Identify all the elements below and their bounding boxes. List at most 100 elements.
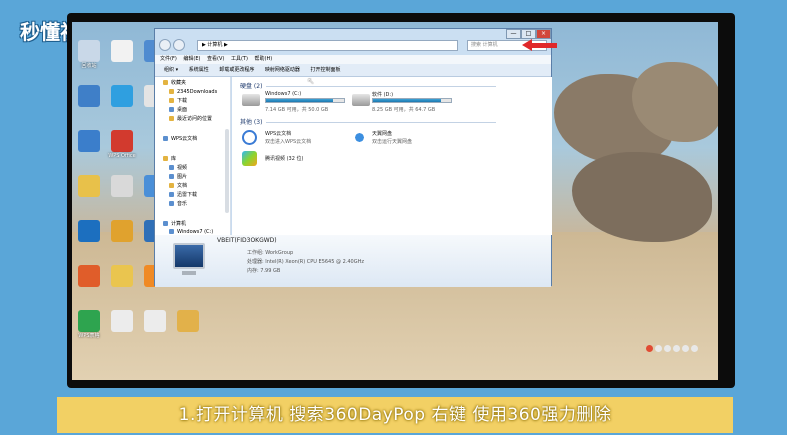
star-icon [163,80,168,85]
desktop-shortcut[interactable]: WPS Office [105,130,139,159]
nav-item-downloads[interactable]: 下载 [169,98,187,105]
system-properties-button[interactable]: 系统属性 [189,64,209,77]
maximize-button[interactable]: □ [521,29,536,39]
network-icon[interactable] [673,345,680,352]
open-control-panel-button[interactable]: 打开控制面板 [311,64,341,77]
shortcut-icon [111,40,133,62]
desktop-shortcut[interactable] [105,310,139,333]
desktop-shortcut[interactable] [105,85,139,108]
nav-libraries[interactable]: 库 [163,156,176,163]
shortcut-icon [78,310,100,332]
close-button[interactable]: × [536,29,551,39]
annotation-arrow-shaft [531,43,557,48]
nav-scrollbar[interactable] [225,129,229,213]
shortcut-icon [111,220,133,242]
details-pane: VBEIT(FID3OKGWD) 工作组: WorkGroup 处理器: Int… [155,235,551,287]
item-name: 天翼网盘 [372,131,393,137]
desktop-shortcut[interactable] [105,40,139,63]
drive-free-space: 8.25 GB 可用，共 64.7 GB [372,107,436,113]
video-icon [169,165,174,170]
address-bar[interactable]: ▶ 计算机 ▶ [197,40,458,51]
desktop-shortcut[interactable] [72,175,106,198]
explorer-window[interactable]: ▶ 计算机 ▶ 搜索 计算机 — □ × 文件(F) 编辑(E) 查看(V) 工… [154,28,552,287]
nav-item-pictures[interactable]: 图片 [169,174,187,181]
computer-icon [173,243,205,269]
desktop-shortcut[interactable] [72,220,106,243]
desktop-shortcut[interactable] [105,175,139,198]
nav-item-downloads-2345[interactable]: 2345Downloads [169,89,217,96]
menu-help[interactable]: 帮助(H) [255,55,273,64]
nav-item-videos[interactable]: 视频 [169,165,187,172]
command-bar: 组织 ▾ 系统属性 卸载或更改程序 映射网络驱动器 打开控制面板 [155,64,551,77]
computer-name: VBEIT(FID3OKGWD) [217,237,277,244]
shortcut-icon [78,175,100,197]
volume-icon[interactable] [664,345,671,352]
drive-free-space: 7.14 GB 可用，共 50.0 GB [265,107,329,113]
menu-tools[interactable]: 工具(T) [231,55,248,64]
nav-computer[interactable]: 计算机 [163,221,186,228]
shortcut-icon [177,310,199,332]
menu-edit[interactable]: 编辑(E) [183,55,200,64]
shortcut-label: WPS表格 [78,333,100,339]
tray-icon[interactable] [655,345,662,352]
desktop-shortcut[interactable] [138,310,172,333]
hard-disks-group-header[interactable]: 硬盘 (2) [240,81,497,90]
back-button[interactable] [159,39,171,51]
nav-item-recent[interactable]: 最近访问的位置 [169,116,212,123]
shortcut-icon [78,265,100,287]
desktop-shortcut[interactable] [72,130,106,153]
folder-icon [169,116,174,121]
tray-icon[interactable] [682,345,689,352]
cloud-drive-icon [352,130,367,145]
menu-file[interactable]: 文件(F) [160,55,177,64]
organize-button[interactable]: 组织 ▾ [164,64,178,77]
desktop-shortcut[interactable]: WPS表格 [72,310,106,339]
item-name: 腾讯视频 (32 位) [265,156,304,162]
navigation-pane: 收藏夹 2345Downloads 下载 桌面 最近访问的位置 WPS云文档 库… [155,77,231,235]
nav-wps-cloud[interactable]: WPS云文档 [163,136,197,143]
desktop-shortcut[interactable]: 回收站 [72,40,106,69]
item-subtitle: 双击进入WPS云文档 [265,139,312,145]
monitor-stand [182,271,196,275]
cloud-icon [163,136,168,141]
divider [266,86,497,87]
shortcut-icon [111,310,133,332]
folder-icon [169,98,174,103]
shortcut-icon [78,130,100,152]
map-network-drive-button[interactable]: 映射网络驱动器 [265,64,300,77]
download-icon [169,192,174,197]
minimize-button[interactable]: — [506,29,521,39]
nav-item-music[interactable]: 音乐 [169,201,187,208]
shortcut-icon [111,130,133,152]
other-group-header[interactable]: 其他 (3) [240,117,497,126]
menu-bar: 文件(F) 编辑(E) 查看(V) 工具(T) 帮助(H) [155,55,551,64]
nav-favorites[interactable]: 收藏夹 [163,80,186,87]
play-icon [242,151,257,166]
menu-view[interactable]: 查看(V) [207,55,224,64]
processor-label: 处理器: Intel(R) Xeon(R) CPU E5645 @ 2.40GH… [247,259,364,265]
wallpaper-rock [572,152,712,242]
shortcut-icon [78,40,100,62]
desktop-shortcut[interactable] [171,310,205,333]
shortcut-label: WPS Office [108,153,136,159]
workgroup-label: 工作组: WorkGroup [247,250,294,256]
uninstall-program-button[interactable]: 卸载或更改程序 [219,64,254,77]
shortcut-icon [78,85,100,107]
nav-item-thunder-downloads[interactable]: 迅雷下载 [169,192,197,199]
nav-item-desktop[interactable]: 桌面 [169,107,187,114]
item-subtitle: 双击运行天翼网盘 [372,139,413,145]
library-icon [163,156,168,161]
tray-icon[interactable] [691,345,698,352]
drive-name: Windows7 (C:) [265,91,302,97]
drive-icon [169,229,174,234]
desktop-shortcut[interactable] [105,265,139,288]
desktop-shortcut[interactable] [72,85,106,108]
content-pane: 硬盘 (2) Windows7 (C:) 7.14 GB 可用，共 50.0 G… [232,77,552,235]
sogou-ime-icon[interactable] [646,345,653,352]
nav-item-documents[interactable]: 文档 [169,183,187,190]
desktop-shortcut[interactable] [105,220,139,243]
shortcut-label: 回收站 [81,63,97,69]
desktop-shortcut[interactable] [72,265,106,288]
title-bar[interactable]: ▶ 计算机 ▶ 搜索 计算机 — □ × [155,29,551,55]
forward-button[interactable] [173,39,185,51]
